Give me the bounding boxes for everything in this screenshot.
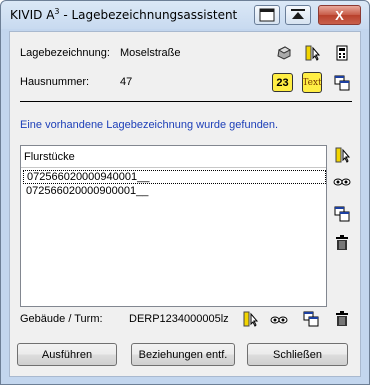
view-eye-icon[interactable] xyxy=(270,311,288,329)
list-item[interactable]: 072566020000900001__ xyxy=(23,185,326,199)
title-bar[interactable]: KIVID A3 - Lagebezeichnungsassistent X xyxy=(1,1,369,29)
close-button[interactable]: Schließen xyxy=(247,343,348,366)
haus-value: 47 xyxy=(120,76,133,88)
gebaeude-label: Gebäude / Turm: xyxy=(20,313,103,325)
execute-button[interactable]: Ausführen xyxy=(17,343,117,366)
stone-icon[interactable] xyxy=(275,44,293,62)
remove-relations-button[interactable]: Beziehungen entf. xyxy=(131,343,235,366)
lage-value: Moselstraße xyxy=(120,47,181,59)
flurstuecke-listbox[interactable]: Flurstücke 072566020000940001__ 07256602… xyxy=(20,145,327,307)
lage-label: Lagebezeichnung: xyxy=(20,47,110,59)
dialog-client: Lagebezeichnung: Moselstraße Hausnummer:… xyxy=(9,31,361,377)
number-badge-icon[interactable]: 23 xyxy=(272,73,293,92)
copy-windows-icon[interactable] xyxy=(333,205,351,223)
trash-icon[interactable] xyxy=(333,310,351,328)
select-pointer-icon[interactable] xyxy=(334,146,352,164)
topmost-button[interactable] xyxy=(285,5,311,25)
copy-windows-icon[interactable] xyxy=(302,310,320,328)
section-divider xyxy=(20,101,352,102)
restore-button[interactable] xyxy=(254,5,280,25)
select-pointer-icon[interactable] xyxy=(304,44,322,62)
view-eye-icon[interactable] xyxy=(333,173,351,191)
text-badge-icon[interactable]: Text xyxy=(302,72,322,93)
gebaeude-value: DERP1234000005lz xyxy=(129,313,229,325)
calculator-icon[interactable] xyxy=(333,44,351,62)
close-window-button[interactable]: X xyxy=(318,5,361,25)
restore-icon xyxy=(259,8,275,22)
haus-label: Hausnummer: xyxy=(20,76,90,88)
select-pointer-icon[interactable] xyxy=(242,310,260,328)
list-item[interactable]: 072566020000940001__ xyxy=(23,170,326,184)
list-header: Flurstücke xyxy=(24,151,75,163)
dialog-window: KIVID A3 - Lagebezeichnungsassistent X L… xyxy=(0,0,370,385)
copy-windows-icon[interactable] xyxy=(333,74,351,92)
window-title: KIVID A3 - Lagebezeichnungsassistent xyxy=(10,7,238,22)
trash-icon[interactable] xyxy=(333,234,351,252)
info-message: Eine vorhandene Lagebezeichnung wurde ge… xyxy=(20,119,279,131)
pin-top-icon xyxy=(291,9,305,19)
close-icon: X xyxy=(335,7,344,23)
list-header-separator xyxy=(21,167,326,168)
